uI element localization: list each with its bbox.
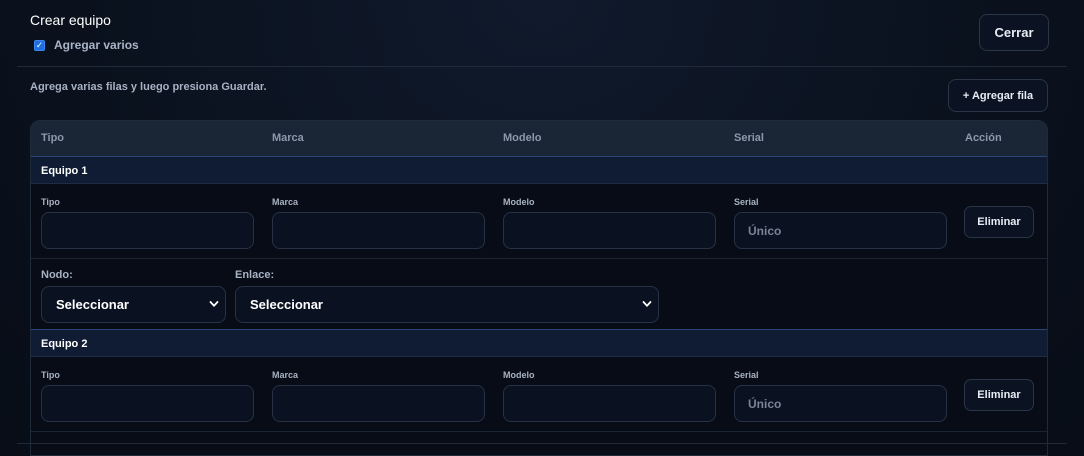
chevron-down-icon <box>642 301 652 307</box>
tipo-label: Tipo <box>41 197 60 207</box>
add-row-button[interactable]: + Agregar fila <box>948 79 1048 112</box>
table-row-equipo-1: Tipo Marca Modelo Serial Único Eliminar <box>31 185 1047 259</box>
column-header-accion: Acción <box>965 132 1002 144</box>
modelo-input[interactable] <box>503 212 716 249</box>
modelo-input[interactable] <box>503 385 716 422</box>
multi-add-checkbox-row[interactable]: ✓ Agregar varios <box>34 38 139 52</box>
serial-label: Serial <box>734 197 759 207</box>
multi-add-checkbox-label[interactable]: Agregar varios <box>54 38 139 52</box>
serial-input[interactable]: Único <box>734 212 947 249</box>
marca-label: Marca <box>272 370 299 380</box>
group-title: Equipo 2 <box>41 338 88 350</box>
group-header-equipo-1: Equipo 1 <box>31 156 1047 184</box>
delete-row-button[interactable]: Eliminar <box>964 206 1034 238</box>
chevron-down-icon <box>209 301 219 307</box>
header-divider <box>17 66 1067 67</box>
tipo-input[interactable] <box>41 385 254 422</box>
create-equipment-modal: Crear equipo ✓ Agregar varios Cerrar Agr… <box>0 0 1084 456</box>
enlace-label: Enlace: <box>235 269 275 281</box>
column-header-modelo: Modelo <box>503 132 542 144</box>
nodo-select[interactable]: Seleccionar <box>41 286 226 323</box>
delete-row-button[interactable]: Eliminar <box>964 379 1034 411</box>
table-header: Tipo Marca Modelo Serial Acción <box>31 121 1047 157</box>
modal-title: Crear equipo <box>30 12 111 28</box>
equipment-table: Tipo Marca Modelo Serial Acción Equipo 1… <box>30 120 1048 456</box>
column-header-tipo: Tipo <box>41 132 65 144</box>
nodo-label: Nodo: <box>41 269 73 281</box>
enlace-select-value: Seleccionar <box>250 297 323 312</box>
modelo-label: Modelo <box>503 197 535 207</box>
footer-divider <box>17 443 1067 444</box>
nodo-select-value: Seleccionar <box>56 297 129 312</box>
marca-input[interactable] <box>272 212 485 249</box>
close-button[interactable]: Cerrar <box>979 14 1049 51</box>
enlace-select[interactable]: Seleccionar <box>235 286 659 323</box>
group-title: Equipo 1 <box>41 165 88 177</box>
group-header-equipo-2: Equipo 2 <box>31 329 1047 357</box>
tipo-label: Tipo <box>41 370 60 380</box>
table-row-equipo-1-links: Nodo: Seleccionar Enlace: Seleccionar <box>31 259 1047 330</box>
hint-text: Agrega varias filas y luego presiona Gua… <box>30 81 267 93</box>
tipo-input[interactable] <box>41 212 254 249</box>
serial-input[interactable]: Único <box>734 385 947 422</box>
modelo-label: Modelo <box>503 370 535 380</box>
column-header-marca: Marca <box>272 132 304 144</box>
column-header-serial: Serial <box>734 132 764 144</box>
marca-input[interactable] <box>272 385 485 422</box>
marca-label: Marca <box>272 197 299 207</box>
table-row-equipo-2: Tipo Marca Modelo Serial Único Eliminar <box>31 358 1047 432</box>
multi-add-checkbox[interactable]: ✓ <box>34 39 45 51</box>
serial-label: Serial <box>734 370 759 380</box>
